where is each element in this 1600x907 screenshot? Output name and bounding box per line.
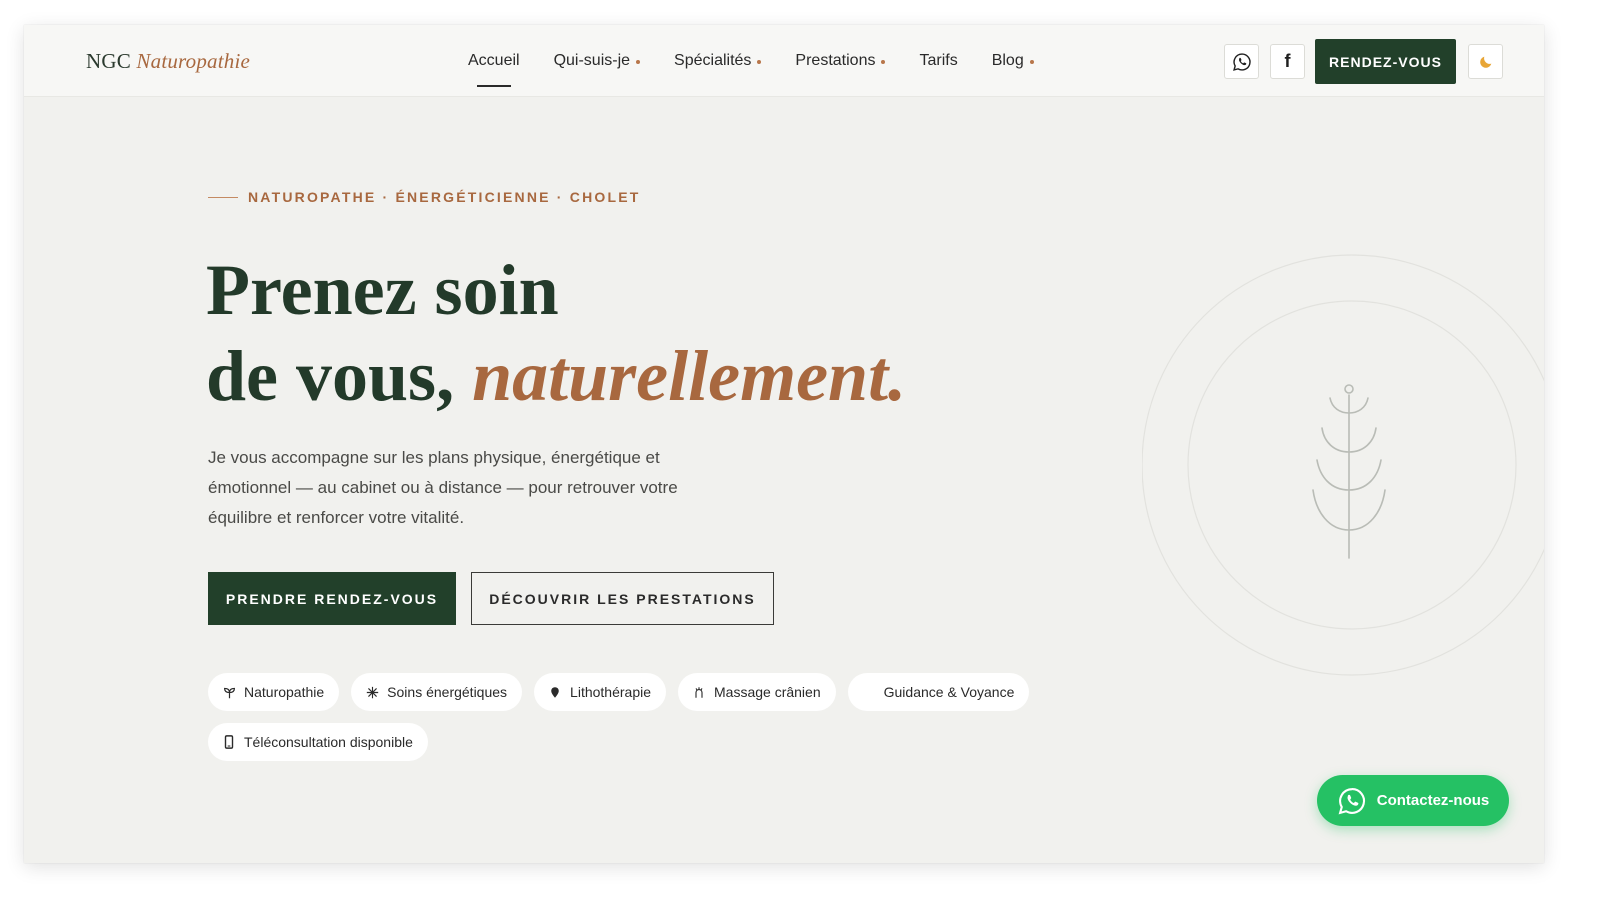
botanical-illustration: [1142, 254, 1544, 676]
prendre-rendez-vous-button[interactable]: PRENDRE RENDEZ-VOUS: [208, 572, 456, 625]
chip-lithotherapie[interactable]: Lithothérapie: [534, 673, 666, 711]
dropdown-dot-icon: [757, 60, 762, 64]
chip-label: Lithothérapie: [570, 684, 651, 700]
chip-naturopathie[interactable]: Naturopathie: [208, 673, 340, 711]
site-header: NGC Naturopathie Accueil Qui-suis-je Spé…: [24, 25, 1544, 97]
nav-item-blog[interactable]: Blog: [992, 25, 1034, 97]
nav-label: Qui-suis-je: [553, 52, 631, 69]
main-nav: Accueil Qui-suis-je Spécialités Prestati…: [468, 25, 1068, 97]
dropdown-dot-icon: [881, 60, 886, 64]
headline-line1: Prenez soin: [206, 250, 559, 330]
chip-label: Téléconsultation disponible: [244, 734, 413, 750]
head-icon: [692, 685, 706, 699]
nav-item-accueil[interactable]: Accueil: [468, 25, 520, 97]
site-logo[interactable]: NGC Naturopathie: [86, 49, 250, 74]
nav-label: Prestations: [795, 52, 876, 69]
fern-icon: [1312, 384, 1386, 559]
headline-accent: naturellement.: [472, 336, 907, 416]
decouvrir-prestations-button[interactable]: DÉCOUVRIR LES PRESTATIONS: [471, 572, 774, 625]
nav-item-specialites[interactable]: Spécialités: [674, 25, 762, 97]
inner-ring: [1187, 300, 1517, 630]
dropdown-dot-icon: [636, 60, 641, 64]
facebook-icon: f: [1284, 51, 1291, 71]
hero-lead: Je vous accompagne sur les plans physiqu…: [208, 448, 678, 527]
moon-icon: [1479, 56, 1491, 68]
sparkle-icon: [365, 685, 379, 699]
header-rendez-vous-button[interactable]: RENDEZ-VOUS: [1315, 39, 1456, 84]
specialty-chips: Naturopathie Soins énergétiques Lithothé…: [208, 673, 1068, 773]
gem-icon: [548, 685, 562, 699]
hero-headline: Prenez soin de vous, naturellement.: [206, 247, 906, 419]
chip-teleconsultation[interactable]: Téléconsultation disponible: [208, 723, 428, 761]
nav-item-qui-suis-je[interactable]: Qui-suis-je: [553, 25, 641, 97]
chip-label: Massage crânien: [714, 684, 821, 700]
nav-item-tarifs[interactable]: Tarifs: [919, 25, 957, 97]
whatsapp-contact-button[interactable]: Contactez-nous: [1317, 775, 1509, 826]
nav-label: Spécialités: [674, 52, 752, 69]
nav-item-prestations[interactable]: Prestations: [795, 25, 886, 97]
logo-accent: Naturopathie: [136, 49, 251, 73]
eyebrow-line: [208, 196, 238, 198]
headline-line2: de vous,: [206, 336, 473, 416]
logo-main: NGC: [86, 49, 131, 73]
page-frame: NGC Naturopathie Accueil Qui-suis-je Spé…: [24, 25, 1544, 863]
phone-icon: [222, 735, 236, 749]
whatsapp-icon: [1338, 787, 1365, 814]
dropdown-dot-icon: [1029, 60, 1034, 64]
chip-soins-energetiques[interactable]: Soins énergétiques: [351, 673, 523, 711]
nav-label: Tarifs: [919, 52, 958, 69]
chip-label: Naturopathie: [244, 684, 325, 700]
whatsapp-icon: [1232, 52, 1251, 71]
nav-label: Accueil: [468, 52, 520, 69]
eyebrow-text: NATUROPATHE · ÉNERGÉTICIENNE · CHOLET: [248, 189, 641, 205]
theme-toggle-button[interactable]: [1468, 44, 1503, 79]
chip-label: Guidance & Voyance: [883, 684, 1015, 700]
moon-icon: [862, 685, 876, 699]
chip-guidance-voyance[interactable]: Guidance & Voyance: [847, 673, 1030, 711]
hero-eyebrow: NATUROPATHE · ÉNERGÉTICIENNE · CHOLET: [208, 189, 641, 205]
whatsapp-button[interactable]: [1224, 44, 1259, 79]
facebook-button[interactable]: f: [1270, 44, 1305, 79]
outer-ring: [1142, 254, 1544, 676]
chip-label: Soins énergétiques: [387, 684, 508, 700]
chip-massage-cranien[interactable]: Massage crânien: [678, 673, 836, 711]
whatsapp-contact-label: Contactez-nous: [1376, 792, 1490, 809]
sprout-icon: [222, 685, 236, 699]
nav-label: Blog: [991, 52, 1024, 69]
